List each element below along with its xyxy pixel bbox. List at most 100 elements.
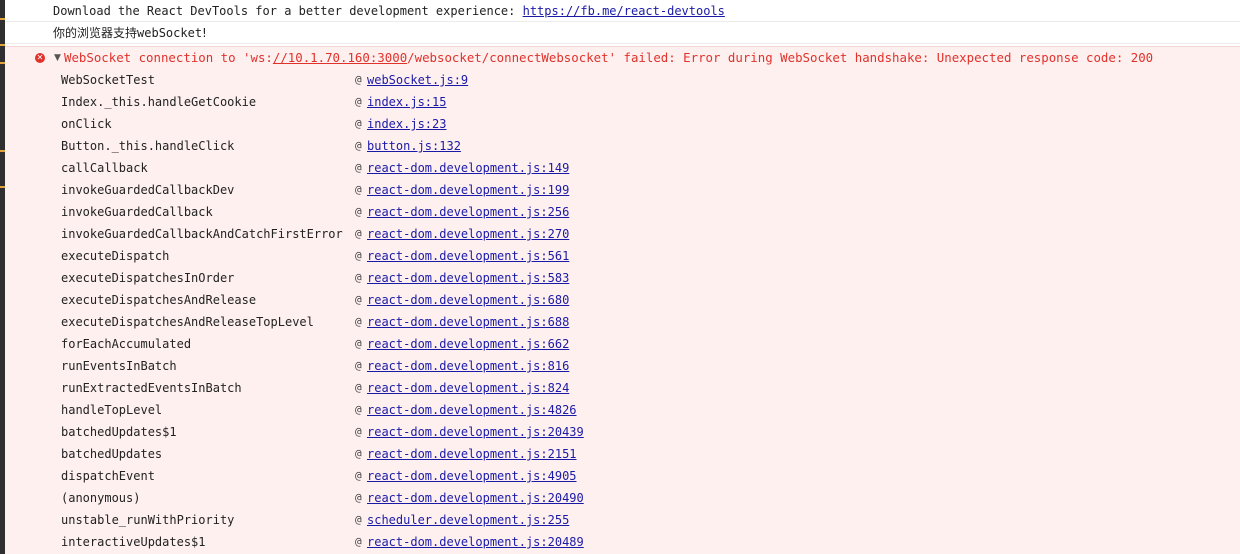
- stack-frame-source-link[interactable]: react-dom.development.js:2151: [367, 443, 577, 465]
- error-header[interactable]: ✕ ▼ WebSocket connection to 'ws://10.1.7…: [5, 47, 1240, 69]
- stack-trace: WebSocketTest @ webSocket.js:9 Index._this.…: [5, 69, 1240, 553]
- stack-frame-source-link[interactable]: index.js:23: [367, 113, 446, 135]
- devtools-message: Download the React DevTools for a better…: [5, 0, 1240, 22]
- at-symbol: @: [355, 183, 362, 196]
- stack-frame-source-link[interactable]: react-dom.development.js:199: [367, 179, 569, 201]
- error-circle-icon: ✕: [35, 53, 45, 63]
- stack-frame: runExtractedEventsInBatch @ react-dom.deve…: [5, 377, 1240, 399]
- at-symbol: @: [355, 315, 362, 328]
- stack-frame-function: invokeGuardedCallbackDev: [61, 183, 235, 197]
- stack-frame-function: dispatchEvent: [61, 469, 155, 483]
- support-message-cjk: 你的浏览器支持: [53, 26, 138, 40]
- at-symbol: @: [355, 73, 362, 86]
- websocket-support-message: 你的浏览器支持webSocket!: [5, 22, 1240, 44]
- stack-frame-source-link[interactable]: react-dom.development.js:816: [367, 355, 569, 377]
- at-symbol: @: [355, 535, 362, 548]
- stack-frame: Button._this.handleClick @ button.js:132: [5, 135, 1240, 157]
- stack-frame: batchedUpdates$1 @ react-dom.development.j…: [5, 421, 1240, 443]
- stack-frame: batchedUpdates @ react-dom.development.js:…: [5, 443, 1240, 465]
- stack-frame-source-link[interactable]: react-dom.development.js:662: [367, 333, 569, 355]
- at-symbol: @: [355, 403, 362, 416]
- error-url[interactable]: //10.1.70.160:3000: [273, 50, 407, 65]
- at-symbol: @: [355, 117, 362, 130]
- stack-frame-function: unstable_runWithPriority: [61, 513, 235, 527]
- stack-frame-source-link[interactable]: react-dom.development.js:4905: [367, 465, 577, 487]
- stack-frame-source-link[interactable]: scheduler.development.js:255: [367, 509, 569, 531]
- stack-frame-function: callCallback: [61, 161, 148, 175]
- stack-frame-source-link[interactable]: react-dom.development.js:20489: [367, 531, 584, 553]
- stack-frame-function: Index._this.handleGetCookie: [61, 95, 257, 109]
- at-symbol: @: [355, 139, 362, 152]
- stack-frame: invokeGuardedCallback @ react-dom.developm…: [5, 201, 1240, 223]
- stack-frame-function: runExtractedEventsInBatch: [61, 381, 242, 395]
- error-message-text: WebSocket connection to 'ws://10.1.70.16…: [64, 47, 1153, 69]
- stack-frame-function: batchedUpdates$1: [61, 425, 177, 439]
- stack-frame-function: Button._this.handleClick: [61, 139, 235, 153]
- stack-frame-function: executeDispatchesInOrder: [61, 271, 235, 285]
- stack-frame-source-link[interactable]: react-dom.development.js:4826: [367, 399, 577, 421]
- at-symbol: @: [355, 447, 362, 460]
- devtools-link[interactable]: https://fb.me/react-devtools: [523, 4, 725, 18]
- stack-frame: callCallback @ react-dom.development.js:14…: [5, 157, 1240, 179]
- stack-frame: executeDispatchesInOrder @ react-dom.devel…: [5, 267, 1240, 289]
- at-symbol: @: [355, 359, 362, 372]
- stack-frame: handleTopLevel @ react-dom.development.js:…: [5, 399, 1240, 421]
- stack-frame: executeDispatchesAndReleaseTopLevel @ reac…: [5, 311, 1240, 333]
- at-symbol: @: [355, 161, 362, 174]
- stack-frame: invokeGuardedCallbackDev @ react-dom.devel…: [5, 179, 1240, 201]
- stack-frame-function: invokeGuardedCallback: [61, 205, 213, 219]
- stack-frame: runEventsInBatch @ react-dom.development.j…: [5, 355, 1240, 377]
- stack-frame: executeDispatch @ react-dom.development.js…: [5, 245, 1240, 267]
- stack-frame: unstable_runWithPriority @ scheduler.devel…: [5, 509, 1240, 531]
- stack-frame: interactiveUpdates$1 @ react-dom.developme…: [5, 531, 1240, 553]
- stack-frame: onClick @ index.js:23: [5, 113, 1240, 135]
- stack-frame-source-link[interactable]: react-dom.development.js:561: [367, 245, 569, 267]
- stack-frame-source-link[interactable]: react-dom.development.js:824: [367, 377, 569, 399]
- stack-frame-source-link[interactable]: react-dom.development.js:688: [367, 311, 569, 333]
- at-symbol: @: [355, 95, 362, 108]
- stack-frame-function: (anonymous): [61, 491, 141, 505]
- stack-frame: executeDispatchesAndRelease @ react-dom.de…: [5, 289, 1240, 311]
- stack-frame: forEachAccumulated @ react-dom.development…: [5, 333, 1240, 355]
- expand-caret-icon[interactable]: ▼: [54, 47, 61, 69]
- stack-frame-function: handleTopLevel: [61, 403, 163, 417]
- devtools-message-text: Download the React DevTools for a better…: [53, 4, 523, 18]
- stack-frame-function: onClick: [61, 117, 112, 131]
- stack-frame-source-link[interactable]: button.js:132: [367, 135, 461, 157]
- stack-frame-source-link[interactable]: react-dom.development.js:256: [367, 201, 569, 223]
- at-symbol: @: [355, 271, 362, 284]
- stack-frame-function: executeDispatchesAndReleaseTopLevel: [61, 315, 314, 329]
- stack-frame-function: interactiveUpdates$1: [61, 535, 206, 549]
- console-panel: Download the React DevTools for a better…: [5, 0, 1240, 554]
- stack-frame-source-link[interactable]: index.js:15: [367, 91, 446, 113]
- stack-frame-source-link[interactable]: react-dom.development.js:20439: [367, 421, 584, 443]
- at-symbol: @: [355, 381, 362, 394]
- at-symbol: @: [355, 469, 362, 482]
- error-message-block: ✕ ▼ WebSocket connection to 'ws://10.1.7…: [5, 46, 1240, 554]
- stack-frame: (anonymous) @ react-dom.development.js:204…: [5, 487, 1240, 509]
- stack-frame-function: WebSocketTest: [61, 73, 155, 87]
- stack-frame-source-link[interactable]: react-dom.development.js:270: [367, 223, 569, 245]
- stack-frame-function: batchedUpdates: [61, 447, 163, 461]
- support-message-ascii: webSocket: [137, 26, 203, 40]
- stack-frame-function: invokeGuardedCallbackAndCatchFirstError: [61, 227, 343, 241]
- stack-frame-source-link[interactable]: react-dom.development.js:20490: [367, 487, 584, 509]
- support-message-end: !: [202, 26, 207, 40]
- stack-frame-function: runEventsInBatch: [61, 359, 177, 373]
- stack-frame: Index._this.handleGetCookie @ index.js:15: [5, 91, 1240, 113]
- at-symbol: @: [355, 293, 362, 306]
- stack-frame: invokeGuardedCallbackAndCatchFirstError @…: [5, 223, 1240, 245]
- at-symbol: @: [355, 337, 362, 350]
- at-symbol: @: [355, 249, 362, 262]
- stack-frame-source-link[interactable]: webSocket.js:9: [367, 69, 468, 91]
- stack-frame: dispatchEvent @ react-dom.development.js:4…: [5, 465, 1240, 487]
- at-symbol: @: [355, 227, 362, 240]
- stack-frame: WebSocketTest @ webSocket.js:9: [5, 69, 1240, 91]
- stack-frame-function: forEachAccumulated: [61, 337, 192, 351]
- error-suffix: /websocket/connectWebsocket' failed: Err…: [407, 50, 1154, 65]
- stack-frame-source-link[interactable]: react-dom.development.js:583: [367, 267, 569, 289]
- stack-frame-function: executeDispatchesAndRelease: [61, 293, 257, 307]
- stack-frame-source-link[interactable]: react-dom.development.js:680: [367, 289, 569, 311]
- stack-frame-function: executeDispatch: [61, 249, 170, 263]
- stack-frame-source-link[interactable]: react-dom.development.js:149: [367, 157, 569, 179]
